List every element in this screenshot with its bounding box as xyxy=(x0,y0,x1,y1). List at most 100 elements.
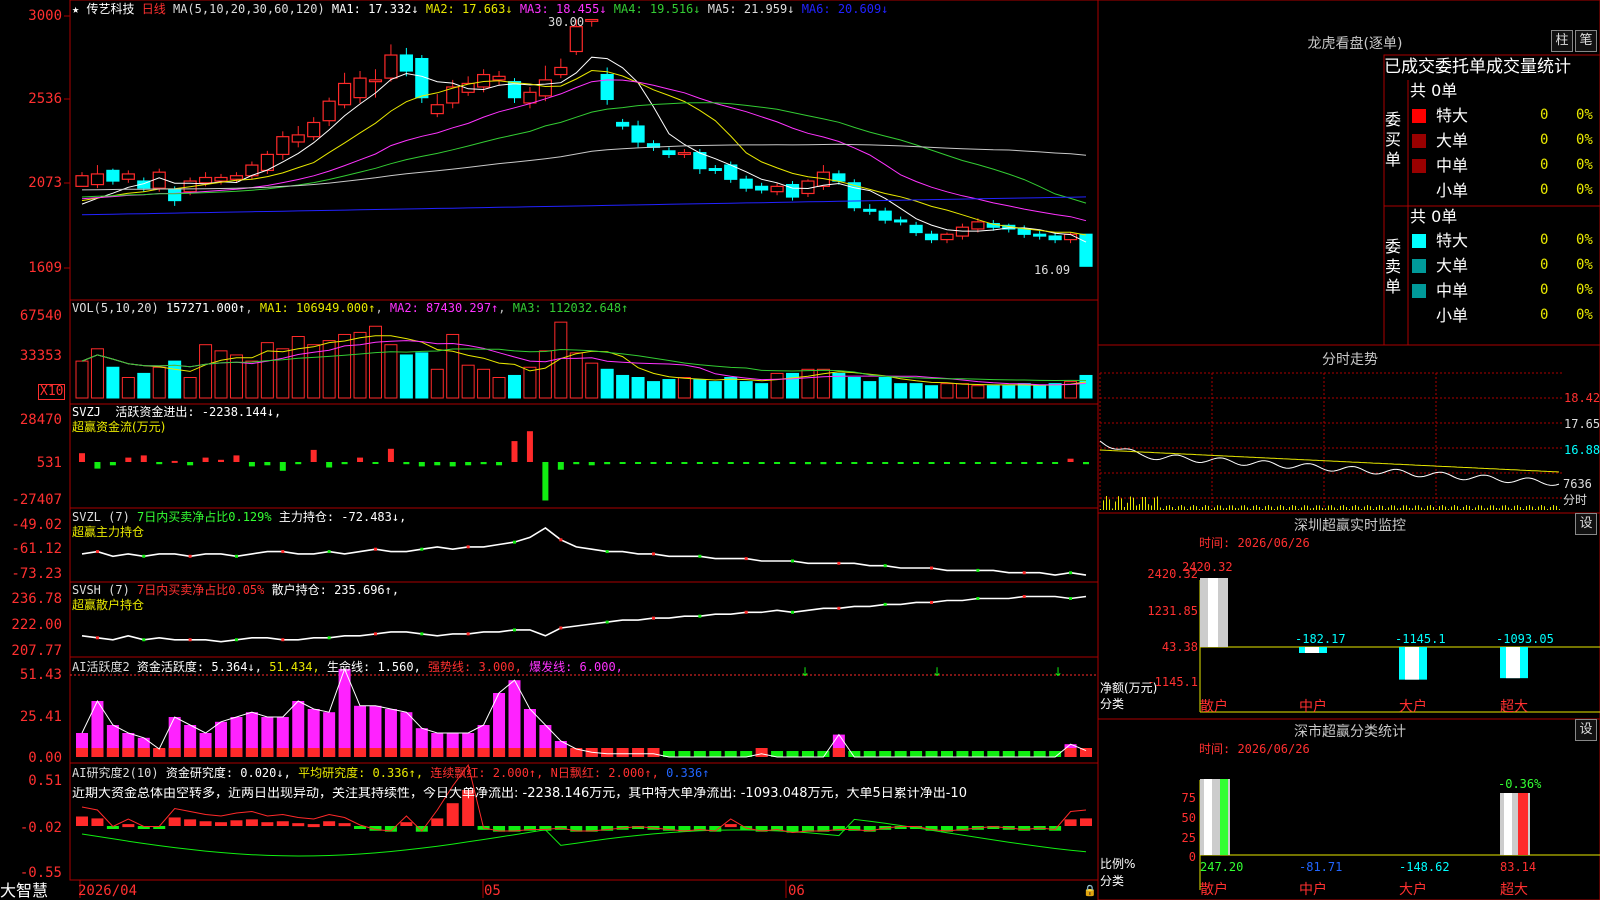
activity-base xyxy=(292,748,305,757)
lock-icon[interactable]: 🔒 xyxy=(1083,884,1097,898)
ma4-label: MA4: 19.516↓ xyxy=(613,2,701,16)
buy-row-value: 0 xyxy=(1540,182,1549,198)
svsh-header: SVSH (7) 7日内买卖净占比0.05% 散户持仓: 235.696↑, xyxy=(72,583,400,597)
intraday-vol-bar xyxy=(1511,508,1512,510)
activity-bar xyxy=(801,751,814,757)
main-y-label: 2536 xyxy=(28,91,62,107)
flow-bar xyxy=(434,462,441,466)
sell-row-pct: 0% xyxy=(1576,282,1593,298)
research-bar xyxy=(1049,826,1062,831)
intraday-vol-bar xyxy=(1529,505,1530,510)
ai2-y-label: -0.55 xyxy=(19,865,62,881)
low-marker: 16.09 xyxy=(1034,263,1071,277)
intraday-vol-bar xyxy=(1448,509,1449,510)
intraday-vol-bar xyxy=(1190,506,1191,510)
activity-base xyxy=(91,748,104,757)
activity-bar xyxy=(786,751,799,757)
candle-body xyxy=(971,221,985,230)
intraday-vol-bar xyxy=(1112,508,1113,510)
sell-row-pct: 0% xyxy=(1576,257,1593,273)
vol-unit: X10 xyxy=(38,384,66,400)
flow-bar xyxy=(727,462,734,464)
activity-base xyxy=(122,748,135,757)
intraday-vol-bar xyxy=(1238,508,1239,510)
activity-bar xyxy=(894,751,907,757)
intraday-vol-bar xyxy=(1127,502,1128,510)
flow-bar xyxy=(974,462,981,464)
position-dot xyxy=(559,538,563,542)
candle-body xyxy=(909,224,923,234)
svsh-y-label: 207.77 xyxy=(11,643,62,659)
activity-base xyxy=(431,748,444,757)
intraday-vol-bar xyxy=(1394,505,1395,510)
flow-bar xyxy=(851,462,858,464)
tab-tick[interactable]: 笔 xyxy=(1575,30,1597,52)
position-dot xyxy=(744,557,748,561)
monitor-settings-button[interactable]: 设 xyxy=(1575,513,1597,535)
position-dot xyxy=(466,545,470,549)
intraday-vol-bar xyxy=(1373,509,1374,510)
period-label[interactable]: 日线 xyxy=(142,2,166,16)
intraday-vol-bar xyxy=(1172,506,1173,510)
activity-base xyxy=(832,748,845,757)
intraday-vol-bar xyxy=(1496,507,1497,510)
candle-body xyxy=(198,176,213,184)
volume-bar xyxy=(739,381,753,399)
sell-row-name: 小单 xyxy=(1436,306,1469,325)
activity-base xyxy=(338,748,351,757)
dragon-header: 已成交委托单成交量统计 xyxy=(1384,57,1571,77)
candle-body xyxy=(307,121,321,138)
activity-base xyxy=(415,748,428,757)
intraday-vol-bar xyxy=(1367,505,1368,510)
star-icon[interactable]: ★ xyxy=(72,2,79,16)
svzl-y-label: -73.23 xyxy=(11,566,62,582)
activity-bar xyxy=(1002,751,1015,757)
chart-canvas[interactable]: ↓ ↓ ↓ xyxy=(0,0,1600,900)
monitor-xlabel: 分类 xyxy=(1100,697,1125,711)
intraday-vol-bar xyxy=(1106,496,1107,510)
intraday-vol-bar xyxy=(1364,506,1365,510)
position-dot xyxy=(420,547,424,551)
volume-bar xyxy=(631,377,645,399)
intraday-vol-bar xyxy=(1553,505,1554,510)
flow-bar xyxy=(913,462,920,464)
research-bar xyxy=(215,822,228,826)
candle-body xyxy=(739,178,753,189)
intraday-vol-bar xyxy=(1205,505,1206,510)
volume-bar xyxy=(399,354,413,399)
monitor-time: 时间: 2026/06/26 xyxy=(1199,536,1310,550)
stock-name[interactable]: 传艺科技 xyxy=(86,2,134,16)
intraday-vol-bar xyxy=(1121,498,1122,510)
intraday-vol-bar xyxy=(1454,505,1455,510)
candle-body xyxy=(121,173,135,180)
intraday-vol-bar xyxy=(1412,508,1413,510)
intraday-vol-bar xyxy=(1520,507,1521,510)
sell-color-swatch xyxy=(1412,284,1426,298)
buy-color-swatch xyxy=(1412,159,1426,173)
position-dot xyxy=(512,540,516,544)
buy-row-value: 0 xyxy=(1540,132,1549,148)
stats-category: 大户 xyxy=(1399,882,1427,898)
volume-bar xyxy=(477,368,491,399)
activity-base xyxy=(137,748,150,757)
position-dot xyxy=(142,554,146,558)
activity-base xyxy=(323,748,336,757)
intraday-vol-bar xyxy=(1142,496,1143,510)
intraday-vol-bar xyxy=(1460,509,1461,510)
ai2-y-label: -0.02 xyxy=(19,820,62,836)
intraday-vol-bar xyxy=(1370,506,1371,510)
volume-bar xyxy=(368,325,382,399)
activity-bar xyxy=(724,751,737,757)
monitor-bar xyxy=(1200,578,1228,647)
ai1-bars: ↓ ↓ ↓ xyxy=(70,665,1098,758)
intraday-vol-bar xyxy=(1262,509,1263,510)
tab-column[interactable]: 柱 xyxy=(1551,30,1573,52)
position-dot xyxy=(791,610,795,614)
volume-bars xyxy=(75,321,1093,399)
ai1-y-label: 0.00 xyxy=(28,750,62,766)
intraday-vol-bar xyxy=(1145,497,1146,510)
stats-settings-button[interactable]: 设 xyxy=(1575,719,1597,741)
candle-body xyxy=(662,150,676,156)
flow-bar xyxy=(635,462,642,464)
volume-bar xyxy=(894,383,908,399)
